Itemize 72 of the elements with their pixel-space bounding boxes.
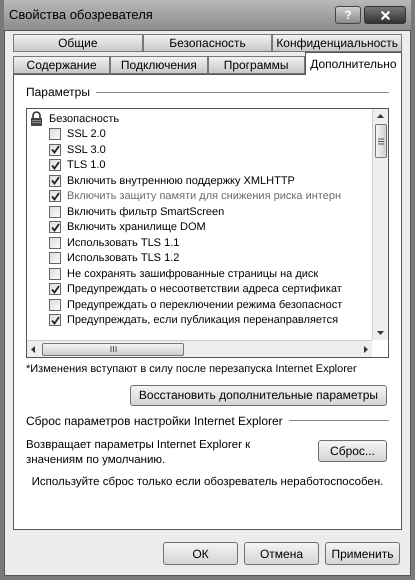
setting-item[interactable]: Включить внутреннюю поддержку XMLHTTP <box>30 173 372 188</box>
setting-item[interactable]: Использовать TLS 1.1 <box>30 235 372 250</box>
checkbox[interactable] <box>49 268 61 280</box>
grip-icon <box>378 138 384 144</box>
scroll-up-icon <box>377 114 384 118</box>
check-icon <box>50 284 60 294</box>
setting-item[interactable]: Предупреждать, если публикация перенаправляется <box>30 312 372 328</box>
checkbox[interactable] <box>49 206 61 218</box>
restart-note: *Изменения вступают в силу после перезапуска Internet Explorer <box>26 362 358 377</box>
dialog-button[interactable]: Применить <box>325 542 400 565</box>
restore-defaults-button[interactable]: Восстановить дополнительные параметры <box>130 384 387 406</box>
checkbox[interactable] <box>49 298 61 311</box>
setting-item[interactable]: Предупреждать о несоответствии адреса сертификат <box>30 282 372 297</box>
setting-label: SSL 2.0 <box>67 127 106 142</box>
scroll-left-icon <box>31 346 35 352</box>
checkbox[interactable] <box>49 314 61 326</box>
setting-label: Не сохранять зашифрованные страницы на диск <box>67 266 318 282</box>
setting-label: Предупреждать о несоответствии адреса сертификат <box>67 282 342 297</box>
setting-label: SSL 3.0 <box>67 142 106 158</box>
checkbox[interactable] <box>49 221 61 234</box>
checkbox[interactable] <box>49 174 61 187</box>
tab[interactable]: Программы <box>208 56 305 74</box>
checkbox[interactable] <box>49 128 61 140</box>
reset-description: Возвращает параметры Internet Explorer к значениям по умолчанию. <box>26 438 252 468</box>
lock-icon <box>30 111 43 126</box>
check-icon <box>50 222 60 232</box>
setting-item[interactable]: Предупреждать о переключении режима безопасност <box>30 297 372 312</box>
check-icon <box>50 316 60 325</box>
reset-warning: Используйте сброс только если обозреватель неработоспособен. <box>30 474 384 490</box>
checkbox[interactable] <box>49 144 61 156</box>
setting-label: Включить хранилище DOM <box>67 220 206 235</box>
scroll-thumb[interactable] <box>374 124 386 158</box>
setting-label: Предупреждать о переключении режима безопасност <box>67 298 342 312</box>
setting-item[interactable]: Включить хранилище DOM <box>30 220 372 235</box>
section-title: Параметры <box>26 84 90 101</box>
checkbox[interactable] <box>49 283 61 296</box>
group-label: Безопасность <box>49 112 120 126</box>
scroll-thumb[interactable] <box>42 342 184 356</box>
reset-button[interactable]: Сброс... <box>318 440 387 462</box>
close-button[interactable] <box>364 6 406 24</box>
tab[interactable]: Содержание <box>13 56 110 74</box>
setting-item[interactable]: Использовать TLS 1.2 <box>30 250 372 266</box>
checkbox[interactable] <box>49 252 61 264</box>
tab[interactable]: Конфиденциальность <box>272 34 402 52</box>
tab[interactable]: Общие <box>13 34 143 52</box>
tab[interactable]: Дополнительно <box>304 52 402 75</box>
window-title: Свойства обозревателя <box>9 6 153 24</box>
setting-label: Включить внутреннюю поддержку XMLHTTP <box>67 174 295 188</box>
setting-item[interactable]: SSL 3.0 <box>30 142 372 158</box>
setting-item[interactable]: SSL 2.0 <box>30 126 372 142</box>
tab[interactable]: Подключения <box>110 56 208 74</box>
setting-item[interactable]: TLS 1.0 <box>30 158 372 173</box>
scroll-right-icon <box>364 346 368 352</box>
dialog-button[interactable]: ОК <box>163 542 238 565</box>
section-title: Сброс параметров настройки Internet Explorer <box>26 412 283 430</box>
close-icon <box>378 8 392 22</box>
grip-icon <box>110 346 116 352</box>
checkbox[interactable] <box>49 236 61 249</box>
dialog-button[interactable]: Отмена <box>244 542 319 565</box>
tab[interactable]: Безопасность <box>142 34 272 52</box>
scroll-down-icon <box>377 331 384 335</box>
checkbox[interactable] <box>49 159 61 172</box>
setting-label: TLS 1.0 <box>67 158 106 173</box>
setting-item[interactable]: Не сохранять зашифрованные страницы на диск <box>30 266 372 282</box>
horizontal-scrollbar[interactable] <box>27 340 372 357</box>
setting-label: Использовать TLS 1.1 <box>67 236 180 250</box>
setting-label: Предупреждать, если публикация перенаправляется <box>67 313 338 328</box>
setting-label: Включить защиту памяти для снижения риска интерн <box>67 189 342 204</box>
setting-label: Включить фильтр SmartScreen <box>67 204 224 220</box>
setting-item[interactable]: Включить фильтр SmartScreen <box>30 204 372 220</box>
vertical-scrollbar[interactable] <box>372 109 388 340</box>
setting-label: Использовать TLS 1.2 <box>67 251 180 266</box>
